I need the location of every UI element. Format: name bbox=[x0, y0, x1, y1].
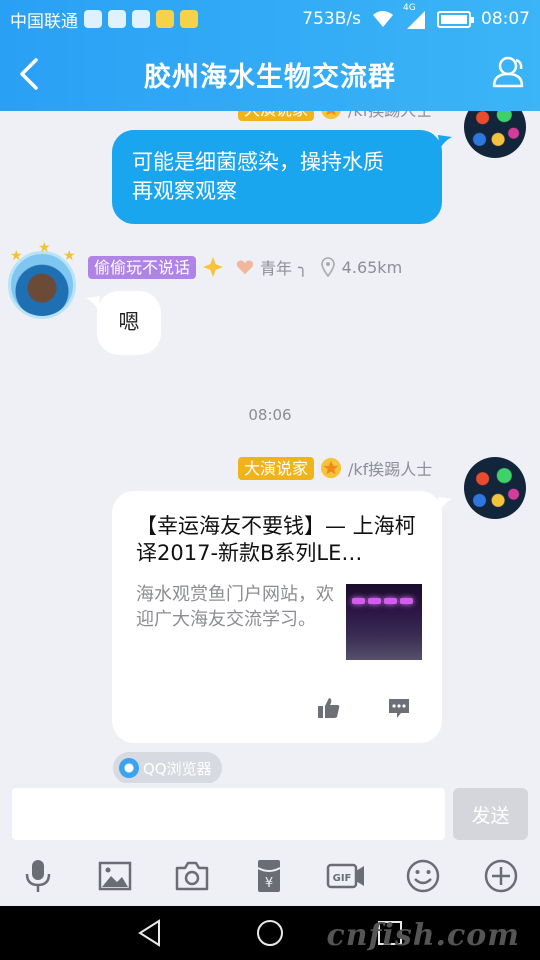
message-bubble[interactable]: 嗯 bbox=[97, 291, 161, 355]
toolbar: ¥ GIF bbox=[0, 846, 540, 906]
microphone-icon[interactable] bbox=[20, 858, 56, 894]
status-bar: 中国联通 753B/s 4G 08:07 bbox=[0, 0, 540, 38]
app-notification-icon bbox=[84, 10, 102, 28]
message-input[interactable] bbox=[12, 788, 445, 840]
sender-meta: 大演说家 /kf挨踢人士 bbox=[238, 111, 432, 121]
back-nav-icon[interactable] bbox=[135, 918, 165, 948]
avatar[interactable] bbox=[464, 457, 526, 519]
star-notification-icon bbox=[180, 10, 198, 28]
svg-text:¥: ¥ bbox=[265, 876, 273, 891]
sender-name: /kf挨踢人士 bbox=[348, 460, 433, 479]
title-badge: 偷偷玩不说话 bbox=[88, 255, 197, 279]
qq-browser-icon bbox=[119, 758, 139, 778]
star-icon: ★ bbox=[63, 248, 76, 264]
group-members-icon[interactable] bbox=[488, 52, 528, 92]
name-suffix: ╮ bbox=[298, 257, 308, 277]
signal-icon: 4G bbox=[403, 3, 427, 29]
network-type: 4G bbox=[403, 3, 416, 13]
tray-notification-icon bbox=[156, 10, 174, 28]
home-nav-icon[interactable] bbox=[255, 918, 285, 948]
link-card[interactable]: 【幸运海友不要钱】— 上海柯译2017-新款B系列LE… 海水观赏鱼门户网站，欢… bbox=[112, 491, 442, 743]
sparkle-icon bbox=[202, 256, 224, 278]
carrier-label: 中国联通 bbox=[10, 11, 78, 32]
gif-icon[interactable]: GIF bbox=[326, 858, 366, 894]
shield-notification-icon bbox=[108, 10, 126, 28]
watermark: cnfish.com bbox=[326, 918, 520, 953]
emoji-icon[interactable] bbox=[405, 858, 441, 894]
add-more-icon[interactable] bbox=[483, 858, 519, 894]
bubble-tail bbox=[438, 497, 452, 511]
sender-name: /kf挨踢人士 bbox=[348, 111, 432, 121]
bubble-tail bbox=[86, 296, 100, 310]
message-text-line: 再观察观察 bbox=[132, 179, 237, 203]
font-notification-icon bbox=[132, 10, 150, 28]
top-bar: 中国联通 753B/s 4G 08:07 胶州海水生物交流群 bbox=[0, 0, 540, 111]
wifi-icon bbox=[373, 11, 393, 27]
sender-meta: 大演说家 /kf挨踢人士 bbox=[238, 456, 432, 480]
chat-header: 胶州海水生物交流群 bbox=[0, 38, 540, 111]
camera-icon[interactable] bbox=[174, 858, 210, 894]
star-icon bbox=[320, 457, 342, 479]
title-badge: 大演说家 bbox=[238, 456, 315, 480]
age-group: 青年 bbox=[260, 259, 293, 278]
card-actions bbox=[112, 696, 442, 726]
message-text-line: 可能是细菌感染，操持水质 bbox=[132, 150, 384, 174]
title-badge: 大演说家 bbox=[238, 111, 315, 121]
system-nav-bar: cnfish.com bbox=[0, 906, 540, 960]
svg-text:GIF: GIF bbox=[333, 873, 352, 884]
location-pin-icon bbox=[320, 257, 335, 277]
source-label: QQ浏览器 bbox=[143, 759, 212, 778]
star-icon bbox=[321, 111, 341, 120]
timestamp: 08:06 bbox=[248, 406, 292, 424]
image-icon[interactable] bbox=[97, 858, 133, 894]
network-speed: 753B/s bbox=[302, 9, 361, 29]
star-icon: ★ bbox=[38, 240, 51, 256]
send-button[interactable]: 发送 bbox=[453, 788, 528, 840]
back-arrow-icon[interactable] bbox=[10, 54, 50, 94]
card-description: 海水观赏鱼门户网站，欢迎广大海友交流学习。 bbox=[136, 584, 334, 630]
thumbs-up-icon[interactable] bbox=[317, 696, 341, 720]
source-tag[interactable]: QQ浏览器 bbox=[113, 752, 222, 783]
card-thumbnail bbox=[346, 584, 422, 660]
message-text: 嗯 bbox=[118, 310, 140, 334]
input-bar: 发送 bbox=[0, 783, 540, 846]
card-title: 【幸运海友不要钱】— 上海柯译2017-新款B系列LE… bbox=[136, 514, 416, 565]
comment-icon[interactable] bbox=[387, 696, 411, 720]
star-icon: ★ bbox=[10, 248, 23, 264]
message-bubble[interactable]: 可能是细菌感染，操持水质 再观察观察 bbox=[112, 130, 442, 224]
battery-icon bbox=[437, 10, 474, 28]
chat-area[interactable]: 大演说家 /kf挨踢人士 可能是细菌感染，操持水质 再观察观察 ★ ★ ★ 偷偷… bbox=[0, 111, 540, 783]
avatar[interactable] bbox=[464, 111, 526, 158]
distance: 4.65km bbox=[341, 257, 403, 277]
heart-icon bbox=[236, 260, 254, 275]
sender-meta: 偷偷玩不说话 青年 ╮ 4.65km bbox=[88, 255, 402, 279]
bubble-tail bbox=[438, 135, 452, 149]
group-title: 胶州海水生物交流群 bbox=[144, 62, 396, 93]
red-packet-icon[interactable]: ¥ bbox=[251, 858, 287, 894]
clock: 08:07 bbox=[481, 9, 530, 29]
